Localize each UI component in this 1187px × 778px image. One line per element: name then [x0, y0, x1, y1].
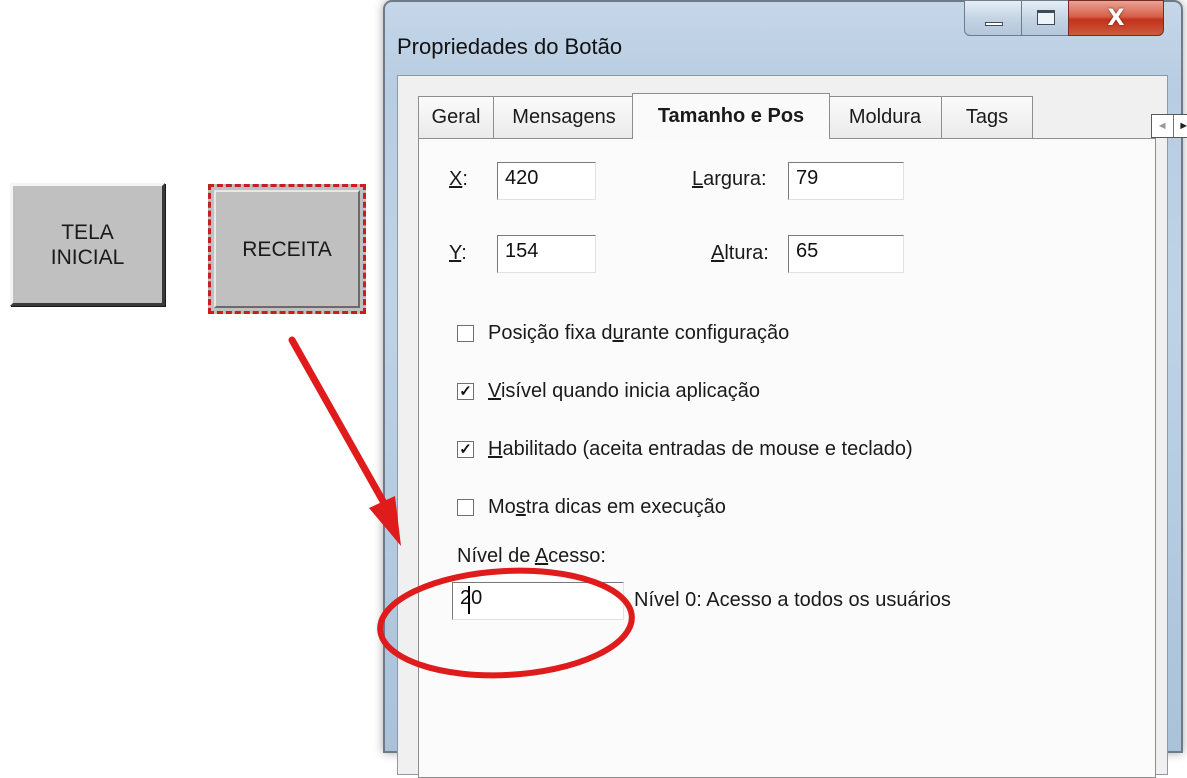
- minimize-icon: [985, 22, 1003, 26]
- text-caret: [468, 586, 470, 614]
- checkbox-mostra-dicas[interactable]: Mostra dicas em execução: [457, 496, 726, 519]
- nivel-acesso-field[interactable]: 20: [452, 582, 624, 620]
- tab-label: Tamanho e Pos: [658, 105, 804, 128]
- checkbox-label: Mostra dicas em execução: [488, 496, 726, 519]
- tab-strip: Geral Mensagens Tamanho e Pos Moldura Ta…: [418, 96, 1168, 138]
- checkbox-box[interactable]: [457, 325, 474, 342]
- tab-mensagens[interactable]: Mensagens: [493, 96, 635, 138]
- checkbox-label: Habilitado (aceita entradas de mouse e t…: [488, 438, 913, 461]
- maximize-button[interactable]: [1021, 0, 1069, 36]
- tab-label: Tags: [966, 106, 1008, 129]
- receita-label: RECEITA: [242, 237, 331, 262]
- tab-scroll-control[interactable]: ◄ ►: [1151, 114, 1187, 138]
- minimize-button[interactable]: [964, 0, 1022, 36]
- x-field[interactable]: 420: [497, 162, 596, 200]
- largura-field[interactable]: 79: [788, 162, 904, 200]
- tab-geral[interactable]: Geral: [418, 96, 494, 138]
- tab-moldura[interactable]: Moldura: [828, 96, 942, 138]
- tab-scroll-right-icon[interactable]: ►: [1174, 115, 1187, 137]
- checkbox-box-checked[interactable]: ✓: [457, 383, 474, 400]
- checkbox-visivel[interactable]: ✓ Visível quando inicia aplicação: [457, 380, 760, 403]
- tab-tags[interactable]: Tags: [941, 96, 1033, 138]
- checkbox-label: Visível quando inicia aplicação: [488, 380, 760, 403]
- tab-scroll-left-icon[interactable]: ◄: [1152, 115, 1174, 137]
- close-icon: X: [1069, 1, 1163, 35]
- dialog-client-area: Geral Mensagens Tamanho e Pos Moldura Ta…: [397, 75, 1168, 775]
- tab-label: Moldura: [849, 106, 921, 129]
- close-button[interactable]: X: [1068, 0, 1164, 36]
- tela-inicial-button[interactable]: TELA INICIAL: [10, 183, 165, 306]
- checkbox-posicao-fixa[interactable]: Posição fixa durante configuração: [457, 322, 789, 345]
- y-label: Y:: [449, 242, 467, 265]
- altura-field[interactable]: 65: [788, 235, 904, 273]
- tab-tamanho-e-pos[interactable]: Tamanho e Pos: [632, 93, 830, 139]
- tab-panel-tamanho-e-pos: X: 420 Largura: 79 Y: 154 Altura: 65 Pos…: [418, 138, 1156, 778]
- tab-label: Geral: [432, 106, 481, 129]
- button-properties-dialog: Propriedades do Botão X Geral Mensagens …: [383, 0, 1183, 753]
- tab-label: Mensagens: [512, 106, 615, 129]
- nivel-acesso-hint: Nível 0: Acesso a todos os usuários: [634, 589, 951, 612]
- checkbox-box[interactable]: [457, 499, 474, 516]
- checkbox-label: Posição fixa durante configuração: [488, 322, 789, 345]
- y-field[interactable]: 154: [497, 235, 596, 273]
- checkbox-habilitado[interactable]: ✓ Habilitado (aceita entradas de mouse e…: [457, 438, 913, 461]
- tela-inicial-label: TELA INICIAL: [51, 220, 125, 270]
- altura-label: Altura:: [711, 242, 769, 265]
- dialog-title: Propriedades do Botão: [397, 34, 622, 60]
- largura-label: Largura:: [692, 168, 767, 191]
- checkbox-box-checked[interactable]: ✓: [457, 441, 474, 458]
- nivel-acesso-label: Nível de Acesso:: [457, 545, 606, 568]
- x-label: X:: [449, 168, 468, 191]
- receita-button[interactable]: RECEITA: [214, 190, 360, 308]
- maximize-icon: [1037, 10, 1055, 25]
